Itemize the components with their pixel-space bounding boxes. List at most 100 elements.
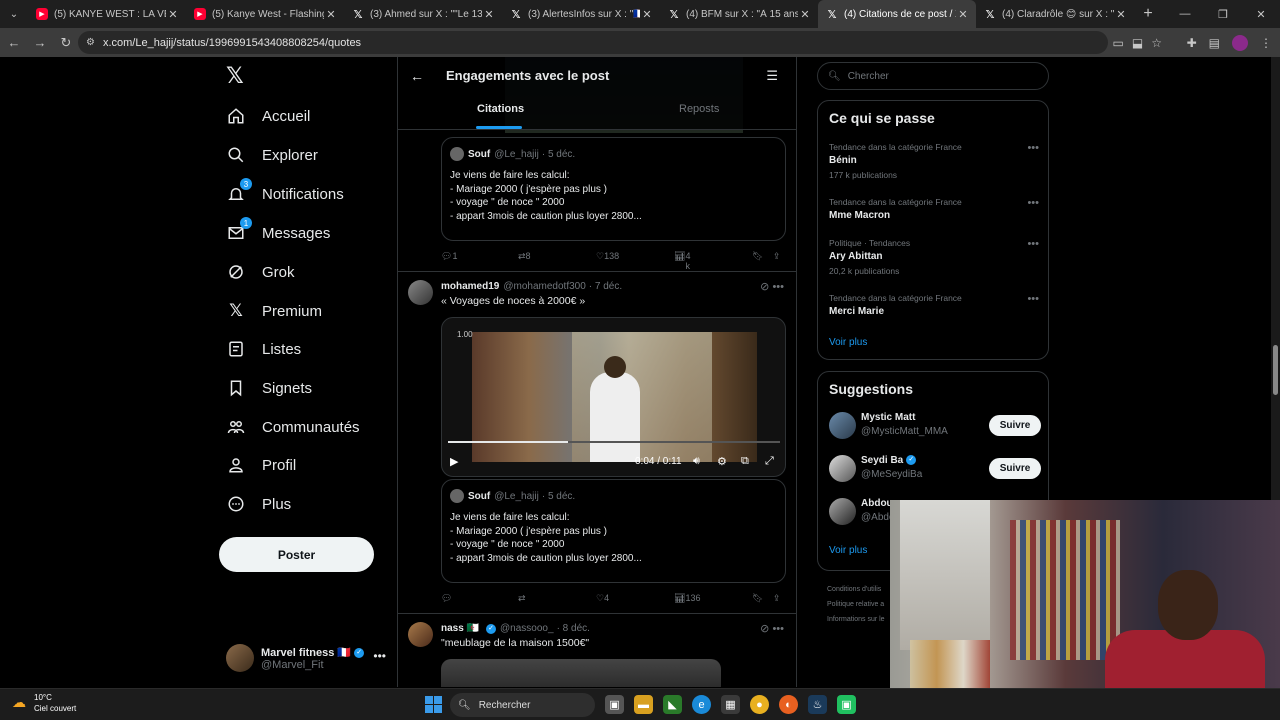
file-explorer-icon[interactable]: ▬ xyxy=(634,695,653,714)
reply-button[interactable]: 💬︎ 1 xyxy=(441,251,457,262)
avatar[interactable] xyxy=(408,280,433,305)
tab-citations[interactable]: Citations xyxy=(477,103,524,115)
post-button[interactable]: Poster xyxy=(219,537,374,572)
browser-tab[interactable]: 𝕏 (4) Claradrôle 😊 sur X : "Ça m ✕ xyxy=(976,0,1134,28)
follow-button[interactable]: Suivre xyxy=(989,458,1041,479)
more-icon[interactable]: ••• xyxy=(1027,293,1039,305)
nav-item-communities[interactable]: Communautés xyxy=(226,412,360,442)
task-view-icon[interactable]: ▣ xyxy=(605,695,624,714)
app-icon[interactable]: ▣ xyxy=(837,695,856,714)
bookmark-icon[interactable]: 🔖︎ xyxy=(752,251,763,262)
account-switcher[interactable]: Marvel fitness 🇫🇷 ✓ @Marvel_Fit ••• xyxy=(226,643,386,673)
more-icon[interactable]: ••• xyxy=(373,649,386,663)
browser-tab[interactable]: ▶ (5) KANYE WEST : LA VÉRITÉ CH ✕ xyxy=(28,0,186,28)
quoted-post[interactable]: Souf @Le_hajij · 5 déc. Je viens de fair… xyxy=(441,479,786,583)
tab-close-icon[interactable]: ✕ xyxy=(166,8,180,21)
trend-item[interactable]: Tendance dans la catégorie France Mme Ma… xyxy=(829,197,1039,221)
extensions-icon[interactable]: ✚ xyxy=(1187,36,1197,50)
browser-tab[interactable]: 𝕏 (4) BFM sur X : "À 15 ans, cet ar ✕ xyxy=(660,0,818,28)
nav-item-notifications[interactable]: 3 Notifications xyxy=(226,178,344,209)
browser-menu-icon[interactable]: ⋮ xyxy=(1260,36,1272,50)
views-button[interactable]: 📊︎ 136 xyxy=(674,593,700,604)
tab-close-icon[interactable]: ✕ xyxy=(640,8,654,21)
author-name[interactable]: mohamed19 xyxy=(441,281,499,292)
nav-item-bookmarks[interactable]: Signets xyxy=(226,373,312,403)
post-date[interactable]: · 7 déc. xyxy=(589,281,622,292)
browser-tab[interactable]: ▶ (5) Kanye West - Flashing Lights ✕ xyxy=(186,0,344,28)
nav-item-grok[interactable]: Grok xyxy=(226,257,295,287)
nav-item-lists[interactable]: Listes xyxy=(226,334,301,364)
forward-arrow-icon[interactable]: → xyxy=(28,31,52,55)
store-icon[interactable]: ▦ xyxy=(721,695,740,714)
tab-reposts[interactable]: Reposts xyxy=(679,103,719,115)
reload-icon[interactable]: ↻ xyxy=(54,31,78,55)
trend-item[interactable]: Tendance dans la catégorie France Merci … xyxy=(829,293,1039,317)
minimize-icon[interactable]: — xyxy=(1166,0,1204,28)
nav-item-messages[interactable]: 1 Messages xyxy=(226,217,330,248)
x-logo-icon[interactable]: 𝕏 xyxy=(226,65,248,87)
weather-widget[interactable]: ☁ 10°C Ciel couvert xyxy=(12,692,76,714)
browser-tab-active[interactable]: 𝕏 (4) Citations de ce post / X ✕ xyxy=(818,0,976,28)
tab-close-icon[interactable]: ✕ xyxy=(956,8,970,21)
suggestion-item[interactable]: Seydi Ba ✓ @MeSeydiBa Suivre xyxy=(829,455,1041,485)
post-media[interactable] xyxy=(441,659,721,687)
tab-close-icon[interactable]: ✕ xyxy=(482,8,496,21)
trend-item[interactable]: Tendance dans la catégorie France Bénin … xyxy=(829,142,1039,180)
more-icon[interactable]: ••• xyxy=(1027,142,1039,154)
tab-close-icon[interactable]: ✕ xyxy=(798,8,812,21)
pip-icon[interactable]: ⧉ xyxy=(741,455,749,468)
video-progress-bar[interactable] xyxy=(448,441,780,443)
more-icon[interactable]: ••• xyxy=(1027,238,1039,250)
back-arrow-icon[interactable]: ← xyxy=(410,68,424,84)
grok-and-more-icons[interactable]: ⊘ ••• xyxy=(760,280,784,293)
tab-close-icon[interactable]: ✕ xyxy=(1114,8,1128,21)
nav-item-profile[interactable]: Profil xyxy=(226,450,296,480)
url-field[interactable]: ⚙ x.com/Le_hajij/status/1996991543408808… xyxy=(78,31,1108,54)
avatar[interactable] xyxy=(408,622,433,647)
like-button[interactable]: ♡ 138 xyxy=(596,251,619,262)
steam-icon[interactable]: ♨ xyxy=(808,695,827,714)
share-icon[interactable]: ⇪ xyxy=(773,251,781,262)
trend-item[interactable]: Politique · Tendances Ary Abittan 20,2 k… xyxy=(829,238,1039,276)
filter-icon[interactable]: ☰ xyxy=(766,68,778,84)
nav-item-explore[interactable]: Explorer xyxy=(226,140,318,170)
volume-icon[interactable]: 🔊︎ xyxy=(693,455,700,468)
taskbar-search[interactable]: 🔍︎ Rechercher xyxy=(450,693,595,717)
firefox-icon[interactable]: ◐ xyxy=(779,695,798,714)
more-icon[interactable]: ••• xyxy=(1027,197,1039,209)
nav-item-home[interactable]: Accueil xyxy=(226,101,310,131)
repost-button[interactable]: ⇄ 8 xyxy=(518,251,531,262)
play-icon[interactable]: ▶ xyxy=(450,455,458,468)
post-date[interactable]: · 8 déc. xyxy=(557,623,590,634)
author-handle[interactable]: @mohamedotf300 xyxy=(503,281,585,292)
nav-item-more[interactable]: Plus xyxy=(226,489,291,519)
video-player[interactable]: 1.00 ▶ 0:04 / 0:11 🔊︎ ⚙ ⧉ ⤢ xyxy=(441,317,786,477)
share-icon[interactable]: ⇪ xyxy=(773,593,781,604)
browser-profile-avatar[interactable] xyxy=(1232,34,1248,51)
suggestion-item[interactable]: Mystic Matt @MysticMatt_MMA Suivre xyxy=(829,412,1041,442)
tab-search-icon[interactable]: ⌄ xyxy=(0,0,28,28)
see-more-link[interactable]: Voir plus xyxy=(829,545,867,556)
see-more-link[interactable]: Voir plus xyxy=(829,337,867,348)
edge-icon[interactable]: e xyxy=(692,695,711,714)
star-icon[interactable]: ☆ xyxy=(1151,36,1162,50)
site-info-icon[interactable]: ⚙ xyxy=(86,37,95,48)
close-window-icon[interactable]: ✕ xyxy=(1242,0,1280,28)
search-input[interactable]: 🔍︎ Chercher xyxy=(817,62,1049,90)
cast-icon[interactable]: ▭ xyxy=(1113,36,1124,50)
chrome-icon[interactable]: ● xyxy=(750,695,769,714)
bookmark-icon[interactable]: 🔖︎ xyxy=(752,593,763,604)
tab-close-icon[interactable]: ✕ xyxy=(324,8,338,21)
like-button[interactable]: ♡ 4 xyxy=(596,593,609,604)
back-arrow-icon[interactable]: ← xyxy=(2,31,26,55)
nvidia-icon[interactable]: ◣ xyxy=(663,695,682,714)
author-handle[interactable]: @nassooo_ xyxy=(500,623,554,634)
author-name[interactable]: nass 🇩🇿 xyxy=(441,623,479,634)
sidebar-toggle-icon[interactable]: ▤ xyxy=(1209,36,1220,50)
browser-tab[interactable]: 𝕏 (3) Ahmed sur X : ""Le 13ème a ✕ xyxy=(344,0,502,28)
repost-button[interactable]: ⇄ xyxy=(518,593,526,604)
maximize-icon[interactable]: ❐ xyxy=(1204,0,1242,28)
install-icon[interactable]: ⬓ xyxy=(1132,36,1143,50)
quoted-post[interactable]: Souf @Le_hajij · 5 déc. Je viens de fair… xyxy=(441,137,786,241)
nav-item-premium[interactable]: 𝕏 Premium xyxy=(226,296,322,326)
